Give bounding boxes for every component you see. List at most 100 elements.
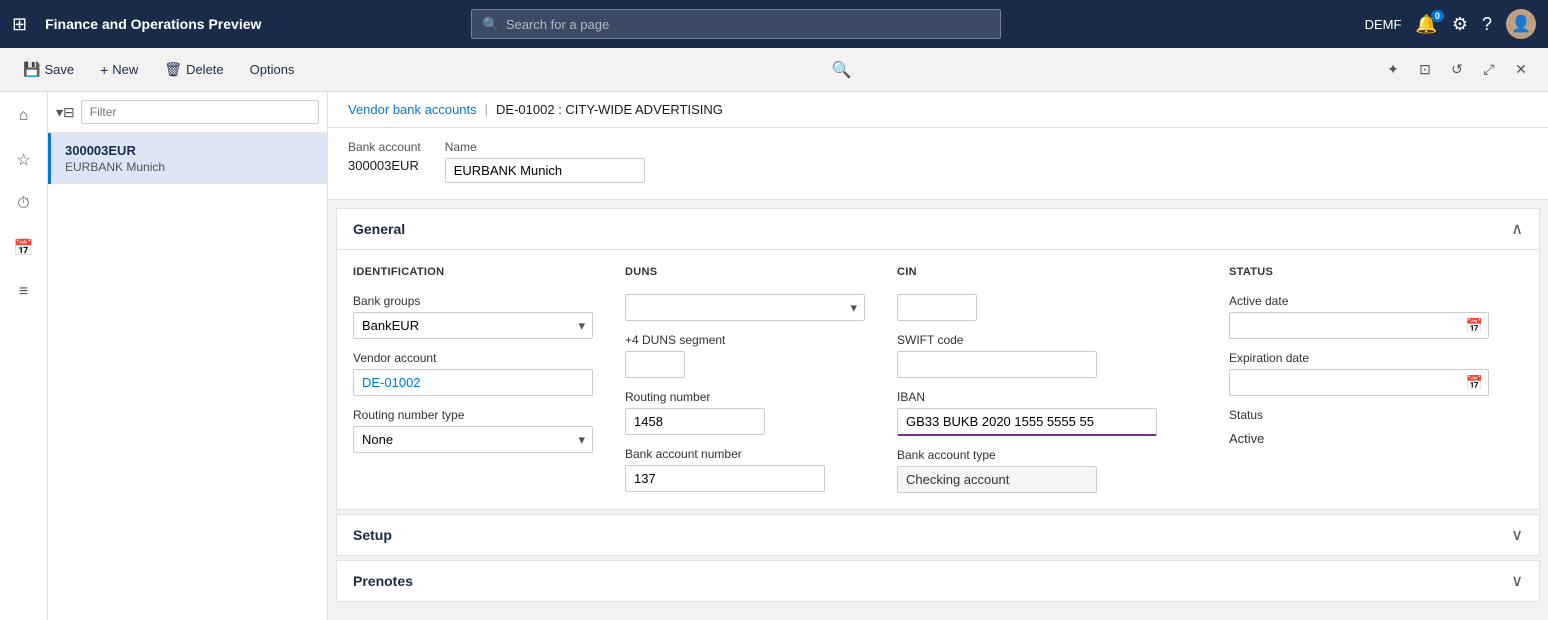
bank-account-type-label: Bank account type (897, 448, 1197, 462)
list-panel-header: ▾⊟ (48, 92, 327, 133)
general-section-header[interactable]: General ∧ (337, 209, 1539, 250)
user-label: DEMF (1365, 17, 1402, 32)
expiration-date-input[interactable] (1229, 369, 1489, 396)
list-item[interactable]: 300003EUR EURBANK Munich (48, 133, 327, 184)
refresh-icon[interactable]: ↺ (1442, 55, 1472, 85)
settings-icon[interactable]: ⚙ (1452, 14, 1468, 35)
help-icon[interactable]: ? (1482, 14, 1492, 35)
bank-account-field-group: Bank account 300003EUR (348, 140, 421, 183)
duns-value-field (625, 294, 865, 321)
iban-field: IBAN (897, 390, 1197, 436)
save-button[interactable]: 💾 Save (12, 55, 85, 84)
bank-account-number-field: Bank account number (625, 447, 865, 492)
main-layout: ⌂ ☆ ⏱ 📅 ≡ ▾⊟ 300003EUR EURBANK Munich Ve… (0, 92, 1548, 620)
nav-favorites-icon[interactable]: ☆ (8, 144, 40, 176)
setup-collapse-icon[interactable]: ∨ (1511, 525, 1523, 545)
routing-number-type-label: Routing number type (353, 408, 593, 422)
bank-account-value: 300003EUR (348, 158, 421, 173)
new-icon: + (100, 62, 108, 78)
bank-account-number-input[interactable] (625, 465, 825, 492)
save-icon: 💾 (23, 61, 40, 78)
personalize-icon[interactable]: ✦ (1378, 55, 1408, 85)
breadcrumb-separator: | (485, 102, 488, 117)
routing-type-select[interactable]: None ABA IFSC (353, 426, 593, 453)
status-heading: STATUS (1229, 266, 1489, 278)
active-date-wrapper[interactable]: 📅 (1229, 312, 1489, 339)
options-button[interactable]: Options (239, 56, 306, 83)
vendor-account-link[interactable]: DE-01002 (353, 369, 593, 396)
status-column: STATUS Active date 📅 Expiration date (1229, 266, 1489, 493)
list-item-name: EURBANK Munich (65, 160, 313, 174)
iban-input[interactable] (897, 408, 1157, 436)
notification-badge: 0 (1431, 10, 1444, 22)
delete-button[interactable]: 🗑 Delete (153, 55, 234, 84)
general-form-columns: IDENTIFICATION Bank groups BankEUR BankU… (353, 266, 1523, 493)
identification-heading-field: IDENTIFICATION (353, 266, 593, 282)
popout-icon[interactable]: ⤢ (1474, 55, 1504, 85)
active-date-input[interactable] (1229, 312, 1489, 339)
bank-groups-select[interactable]: BankEUR BankUSD BankGBP (353, 312, 593, 339)
duns-select-wrapper[interactable] (625, 294, 865, 321)
filter-icon[interactable]: ▾⊟ (56, 104, 75, 121)
duns-select[interactable] (625, 294, 865, 321)
vendor-account-field: Vendor account DE-01002 (353, 351, 593, 396)
bank-account-type-field: Bank account type Checking account (897, 448, 1197, 493)
identification-column: IDENTIFICATION Bank groups BankEUR BankU… (353, 266, 593, 493)
breadcrumb-current: DE-01002 : CITY-WIDE ADVERTISING (496, 102, 723, 117)
routing-type-select-wrapper[interactable]: None ABA IFSC (353, 426, 593, 453)
close-icon[interactable]: ✕ (1506, 55, 1536, 85)
bank-account-type-value: Checking account (897, 466, 1097, 493)
delete-icon: 🗑 (164, 61, 182, 78)
routing-number-input[interactable] (625, 408, 765, 435)
options-label: Options (250, 62, 295, 77)
toolbar: 💾 Save + New 🗑 Delete Options 🔍 ✦ ⊡ ↺ ⤢ … (0, 48, 1548, 92)
bank-name-input[interactable] (445, 158, 645, 183)
cin-heading-field: CIN (897, 266, 1197, 282)
cin-heading: CIN (897, 266, 1197, 278)
avatar[interactable]: 👤 (1506, 9, 1536, 39)
list-panel: ▾⊟ 300003EUR EURBANK Munich (48, 92, 328, 620)
cin-input[interactable] (897, 294, 977, 321)
nav-calendar-icon[interactable]: 📅 (8, 232, 40, 264)
content-panel: Vendor bank accounts | DE-01002 : CITY-W… (328, 92, 1548, 620)
active-date-label: Active date (1229, 294, 1489, 308)
nav-recent-icon[interactable]: ⏱ (8, 188, 40, 220)
bank-account-number-label: Bank account number (625, 447, 865, 461)
duns-heading: DUNS (625, 266, 865, 278)
expiration-date-label: Expiration date (1229, 351, 1489, 365)
breadcrumb-parent[interactable]: Vendor bank accounts (348, 102, 477, 117)
plus4-input[interactable] (625, 351, 685, 378)
search-input[interactable] (506, 17, 991, 32)
swift-field: SWIFT code (897, 333, 1197, 378)
general-section-title: General (353, 221, 405, 237)
routing-number-type-field: Routing number type None ABA IFSC (353, 408, 593, 453)
swift-label: SWIFT code (897, 333, 1197, 347)
plus4-field: +4 DUNS segment (625, 333, 865, 378)
new-button[interactable]: + New (89, 56, 149, 84)
routing-number-label: Routing number (625, 390, 865, 404)
status-value-field: Status Active (1229, 408, 1489, 451)
toolbar-search-icon[interactable]: 🔍 (832, 60, 852, 80)
general-collapse-icon[interactable]: ∧ (1511, 219, 1523, 239)
waffle-icon[interactable]: ⊞ (12, 14, 27, 35)
split-view-icon[interactable]: ⊡ (1410, 55, 1440, 85)
filter-input[interactable] (81, 100, 319, 124)
prenotes-collapse-icon[interactable]: ∨ (1511, 571, 1523, 591)
routing-number-field: Routing number (625, 390, 865, 435)
bell-icon[interactable]: 🔔 0 (1415, 14, 1437, 35)
nav-list-icon[interactable]: ≡ (8, 276, 40, 308)
bank-groups-select-wrapper[interactable]: BankEUR BankUSD BankGBP (353, 312, 593, 339)
delete-label: Delete (186, 62, 224, 77)
list-item-id: 300003EUR (65, 143, 313, 158)
search-bar[interactable]: 🔍 (471, 9, 1001, 39)
top-navigation: ⊞ Finance and Operations Preview 🔍 DEMF … (0, 0, 1548, 48)
prenotes-section-header[interactable]: Prenotes ∨ (337, 561, 1539, 601)
nav-home-icon[interactable]: ⌂ (8, 100, 40, 132)
swift-input[interactable] (897, 351, 1097, 378)
bank-groups-field: Bank groups BankEUR BankUSD BankGBP (353, 294, 593, 339)
duns-column: DUNS +4 DUNS segment (625, 266, 865, 493)
status-label: Status (1229, 408, 1489, 422)
app-title: Finance and Operations Preview (45, 16, 261, 32)
expiration-date-wrapper[interactable]: 📅 (1229, 369, 1489, 396)
setup-section-header[interactable]: Setup ∨ (337, 515, 1539, 555)
